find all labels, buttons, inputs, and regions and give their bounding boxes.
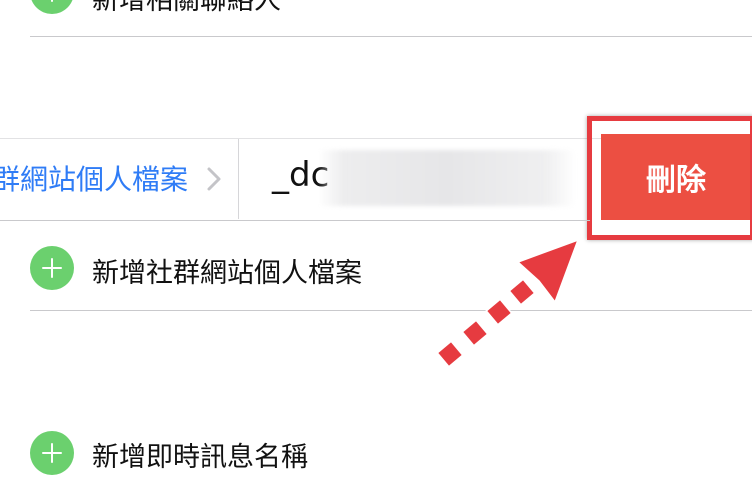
- delete-button[interactable]: 刪除: [601, 134, 751, 220]
- add-social-profile-icon[interactable]: [30, 246, 74, 290]
- chevron-right-icon: [207, 167, 221, 191]
- field-separator: [238, 139, 239, 219]
- add-social-profile-label[interactable]: 新增社群網站個人檔案: [92, 251, 362, 290]
- dotted-arrow-annotation-icon: [436, 238, 580, 368]
- divider-field-bottom: [0, 220, 590, 221]
- social-profile-type-label[interactable]: 群網站個人檔案: [0, 158, 188, 198]
- divider-after-social: [30, 310, 752, 311]
- add-instant-message-icon[interactable]: [30, 431, 74, 475]
- add-related-contact-icon[interactable]: [30, 0, 74, 14]
- add-instant-message-label[interactable]: 新增即時訊息名稱: [92, 435, 308, 474]
- add-related-contact-label[interactable]: 新增相關聯絡人: [92, 0, 281, 17]
- redacted-value-mask: [318, 150, 576, 206]
- divider-top: [30, 36, 752, 37]
